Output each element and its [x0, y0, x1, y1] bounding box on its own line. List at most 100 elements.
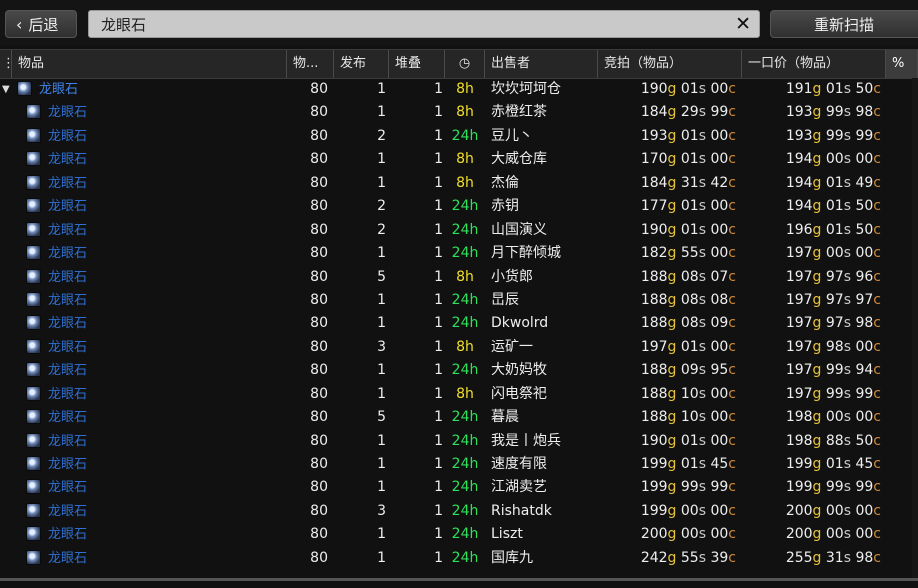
silver-amount: 00	[680, 502, 699, 519]
table-row[interactable]: 龙眼石 80 2 1 24h 豆儿丶 193g 01s 00c 193g 99s 99c	[0, 125, 918, 148]
item-name[interactable]: 龙眼石	[48, 500, 87, 523]
item-name[interactable]: 龙眼石	[48, 383, 87, 406]
table-row[interactable]: 龙眼石 80 1 1 24h 旵辰 188g 08s 08c 197g 97s 97c	[0, 289, 918, 312]
item-name[interactable]: 龙眼石	[48, 242, 87, 265]
column-seller[interactable]: 出售者	[485, 50, 598, 78]
column-buyout[interactable]: 一口价（物品）	[742, 50, 886, 78]
item-name[interactable]: 龙眼石	[48, 476, 87, 499]
stack-size: 1	[434, 104, 443, 121]
silver-amount: 31	[680, 174, 699, 191]
gold-amount: 197	[785, 291, 813, 308]
table-row[interactable]: 龙眼石 80 2 1 24h 山国演义 190g 01s 00c 196g 01s 50c	[0, 219, 918, 242]
item-name[interactable]: 龙眼石	[39, 78, 78, 101]
silver-amount: 98	[825, 338, 844, 355]
column-percent[interactable]: %	[886, 50, 918, 78]
item-level: 80	[310, 385, 328, 402]
item-name[interactable]: 龙眼石	[48, 125, 87, 148]
table-row[interactable]: 龙眼石 80 1 1 8h 杰倫 184g 31s 42c 194g 01s 49c	[0, 172, 918, 195]
item-level: 80	[310, 338, 328, 355]
table-row[interactable]: 龙眼石 80 1 1 24h 月下醉倾城 182g 55s 00c 197g 00s 00c	[0, 242, 918, 265]
item-name[interactable]: 龙眼石	[48, 289, 87, 312]
item-name[interactable]: 龙眼石	[48, 453, 87, 476]
back-button[interactable]: ‹ 后退	[5, 10, 77, 38]
item-name[interactable]: 龙眼石	[48, 148, 87, 171]
silver-amount: 99	[825, 127, 844, 144]
silver-amount: 97	[825, 315, 844, 332]
seller-name: Dkwolrd	[491, 315, 549, 332]
gold-amount: 188	[640, 409, 668, 426]
silver-amount: 00	[825, 409, 844, 426]
collapse-triangle-icon[interactable]: ▼	[2, 78, 10, 101]
item-name[interactable]: 龙眼石	[48, 101, 87, 124]
item-name[interactable]: 龙眼石	[48, 172, 87, 195]
silver-amount: 10	[680, 385, 699, 402]
item-name[interactable]: 龙眼石	[48, 312, 87, 335]
table-row[interactable]: 龙眼石 80 3 1 24h Rishatdk 199g 00s 00c 200g 00s 0…	[0, 500, 918, 523]
bid-price: 199g 00s 00c	[640, 502, 736, 519]
table-row[interactable]: 龙眼石 80 1 1 24h Dkwolrd 188g 08s 09c 197g 97s 98…	[0, 312, 918, 335]
item-level: 80	[310, 526, 328, 543]
buyout-price: 197g 97s 96c	[785, 268, 881, 285]
table-row[interactable]: 龙眼石 80 1 1 8h 闪电祭祀 188g 10s 00c 197g 99s 99c	[0, 383, 918, 406]
gem-icon	[26, 198, 41, 214]
table-row[interactable]: ▼ 龙眼石 80 1 1 8h 坎坎坷坷仓 190g 01s 00c 191g 01s 50c	[0, 78, 918, 101]
table-row[interactable]: 龙眼石 80 1 1 8h 赤橙红茶 184g 29s 99c 193g 99s 98c	[0, 101, 918, 124]
table-row[interactable]: 龙眼石 80 1 1 24h 速度有限 199g 01s 45c 199g 01s 45c	[0, 453, 918, 476]
table-row[interactable]: 龙眼石 80 2 1 24h 赤钥 177g 01s 00c 194g 01s 50c	[0, 195, 918, 218]
item-name[interactable]: 龙眼石	[48, 547, 87, 570]
gold-amount: 188	[640, 291, 668, 308]
bid-price: 184g 31s 42c	[640, 174, 736, 191]
silver-amount: 99	[680, 479, 699, 496]
rescan-button[interactable]: 重新扫描	[770, 10, 918, 38]
table-row[interactable]: 龙眼石 80 1 1 24h 我是丨炮兵 190g 01s 00c 198g 88s 50c	[0, 430, 918, 453]
scrollbar[interactable]	[912, 78, 918, 578]
copper-amount: 50	[855, 221, 874, 238]
gold-amount: 197	[785, 268, 813, 285]
item-name[interactable]: 龙眼石	[48, 266, 87, 289]
item-name[interactable]: 龙眼石	[48, 336, 87, 359]
search-input[interactable]: 龙眼石 ✕	[88, 10, 760, 38]
buyout-price: 194g 00s 00c	[785, 151, 881, 168]
copper-amount: 98	[855, 315, 874, 332]
item-level: 80	[310, 127, 328, 144]
item-name[interactable]: 龙眼石	[48, 195, 87, 218]
close-icon[interactable]: ✕	[735, 13, 751, 35]
item-name[interactable]: 龙眼石	[48, 406, 87, 429]
column-options-icon[interactable]: ⋮	[0, 50, 12, 78]
seller-name: 闪电祭祀	[491, 385, 547, 402]
table-row[interactable]: 龙眼石 80 1 1 24h Liszt 200g 00s 00c 200g 00s 00c	[0, 523, 918, 546]
column-time[interactable]: ◷	[445, 50, 485, 78]
column-item[interactable]: 物品	[12, 50, 287, 78]
column-bid[interactable]: 竞拍（物品）	[598, 50, 742, 78]
table-row[interactable]: 龙眼石 80 1 1 24h 大奶妈牧 188g 09s 95c 197g 99s 94c	[0, 359, 918, 382]
copper-amount: 99	[710, 479, 729, 496]
column-posts[interactable]: 发布	[334, 50, 389, 78]
table-row[interactable]: 龙眼石 80 1 1 8h 大威仓库 170g 01s 00c 194g 00s 00c	[0, 148, 918, 171]
silver-amount: 01	[825, 81, 844, 97]
table-row[interactable]: 龙眼石 80 1 1 24h 江湖卖艺 199g 99s 99c 199g 99s 99c	[0, 476, 918, 499]
gem-icon	[26, 268, 41, 284]
seller-name: 赤钥	[491, 198, 519, 215]
time-left: 24h	[451, 526, 479, 543]
time-left: 24h	[451, 432, 479, 449]
table-row[interactable]: 龙眼石 80 5 1 8h 小货郎 188g 08s 07c 197g 97s 96c	[0, 266, 918, 289]
silver-amount: 01	[680, 127, 699, 144]
item-name[interactable]: 龙眼石	[48, 430, 87, 453]
stack-size: 1	[434, 526, 443, 543]
gold-amount: 198	[785, 409, 813, 426]
silver-amount: 99	[825, 479, 844, 496]
silver-amount: 00	[825, 526, 844, 543]
copper-amount: 00	[710, 151, 729, 168]
item-name[interactable]: 龙眼石	[48, 359, 87, 382]
column-stack[interactable]: 堆叠	[389, 50, 445, 78]
item-name[interactable]: 龙眼石	[48, 523, 87, 546]
table-row[interactable]: 龙眼石 80 3 1 8h 运矿一 197g 01s 00c 197g 98s 00c	[0, 336, 918, 359]
gem-icon	[26, 221, 41, 237]
buyout-price: 194g 01s 49c	[785, 174, 881, 191]
post-count: 3	[377, 502, 386, 519]
table-row[interactable]: 龙眼石 80 5 1 24h 暮晨 188g 10s 00c 198g 00s 00c	[0, 406, 918, 429]
bid-price: 199g 01s 45c	[640, 456, 736, 472]
table-row[interactable]: 龙眼石 80 1 1 24h 国库九 242g 55s 39c 255g 31s 98c	[0, 547, 918, 570]
column-ilvl[interactable]: 物...	[287, 50, 334, 78]
item-name[interactable]: 龙眼石	[48, 219, 87, 242]
